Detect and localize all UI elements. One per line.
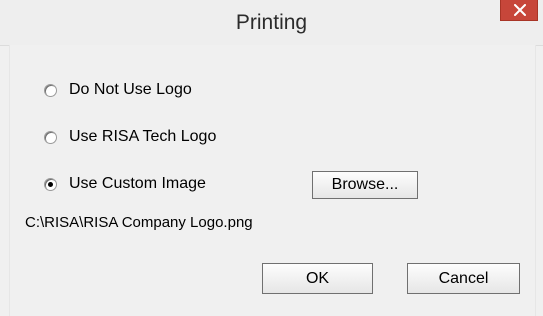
close-icon [514, 4, 526, 16]
cancel-button-label: Cancel [438, 270, 489, 287]
dialog-title: Printing [235, 11, 308, 34]
ok-button-label: OK [305, 270, 330, 287]
ok-button[interactable]: OK [262, 263, 373, 294]
dialog-body: Do Not Use Logo Use RISA Tech Logo Use C… [9, 45, 536, 316]
title-bar[interactable]: Printing [0, 0, 543, 46]
printing-dialog: Printing Do Not Use Logo Use RISA Tech L… [0, 0, 543, 316]
radio-selected-dot [48, 182, 53, 187]
radio-button[interactable] [44, 84, 57, 97]
cancel-button[interactable]: Cancel [407, 263, 520, 294]
radio-button-selected[interactable] [44, 178, 57, 191]
browse-button-label: Browse... [331, 176, 399, 193]
custom-image-path: C:\RISA\RISA Company Logo.png [25, 214, 253, 231]
radio-button[interactable] [44, 131, 57, 144]
close-button[interactable] [500, 0, 538, 21]
browse-button[interactable]: Browse... [312, 171, 418, 199]
radio-label: Do Not Use Logo [69, 81, 192, 98]
radio-label: Use Custom Image [69, 175, 206, 192]
radio-label: Use RISA Tech Logo [69, 128, 217, 145]
